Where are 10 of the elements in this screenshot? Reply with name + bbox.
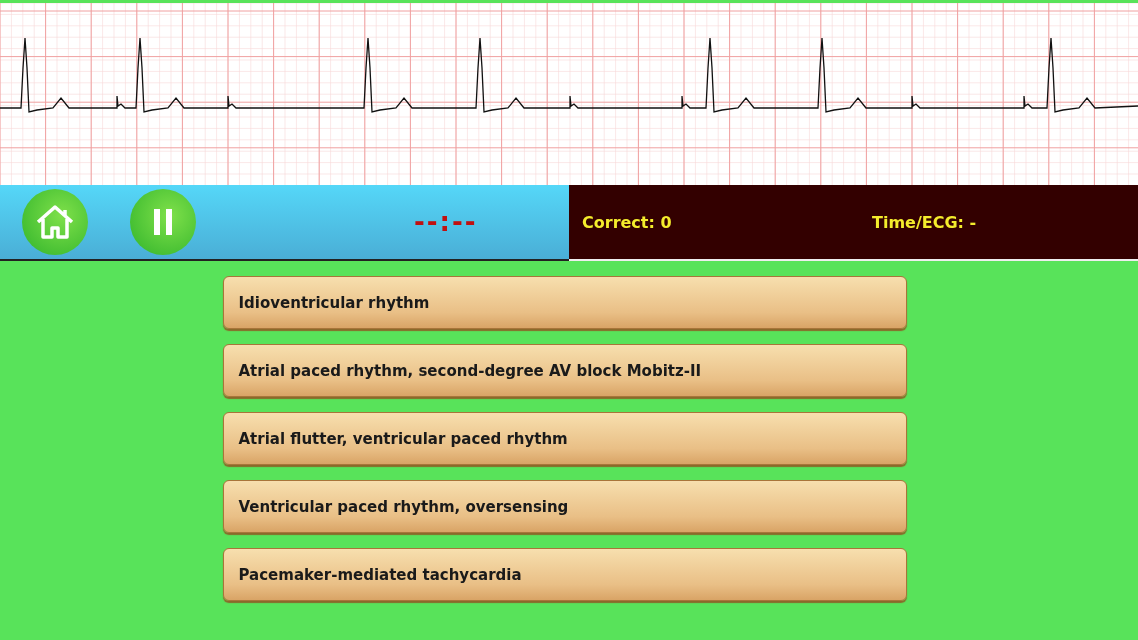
home-icon bbox=[35, 204, 75, 240]
correct-count: Correct: 0 bbox=[582, 212, 673, 232]
answer-button[interactable]: Idioventricular rhythm bbox=[222, 276, 907, 329]
timer-display: --:-- bbox=[414, 207, 478, 237]
time-per-ecg: Time/ECG: - bbox=[872, 212, 977, 232]
pause-icon bbox=[153, 209, 173, 235]
answer-button[interactable]: Ventricular paced rhythm, oversensing bbox=[222, 480, 907, 533]
answer-button[interactable]: Pacemaker-mediated tachycardia bbox=[222, 548, 907, 601]
answer-button[interactable]: Atrial paced rhythm, second-degree AV block Mobitz-II bbox=[222, 344, 907, 397]
answer-button[interactable]: Atrial flutter, ventricular paced rhythm bbox=[222, 412, 907, 465]
